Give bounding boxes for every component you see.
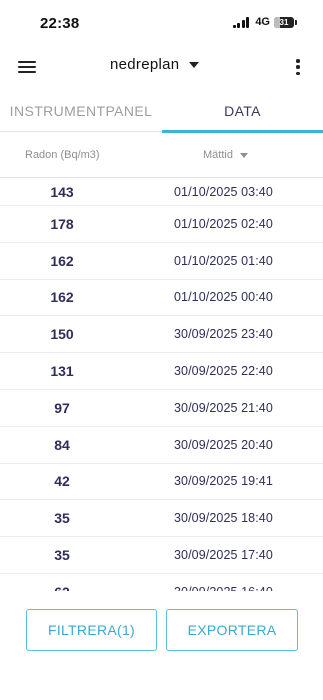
battery-icon: 31 [274, 16, 297, 28]
filter-button[interactable]: FILTRERA(1) [26, 609, 157, 651]
device-selector[interactable]: nedreplan [110, 56, 200, 73]
measurement-time: 01/10/2025 00:40 [174, 290, 273, 305]
measurement-time: 30/09/2025 17:40 [174, 548, 273, 563]
table-row: 143 01/10/2025 03:40 [0, 178, 323, 206]
radon-value: 150 [50, 326, 74, 343]
more-vertical-icon[interactable] [295, 59, 301, 75]
table-row: 42 30/09/2025 19:41 [0, 464, 323, 501]
status-bar: 22:38 4G 31 [0, 0, 323, 48]
device-name: nedreplan [110, 56, 180, 73]
network-type: 4G [255, 16, 270, 28]
table-row: 35 30/09/2025 18:40 [0, 500, 323, 538]
signal-strength-icon [232, 16, 250, 28]
measurement-time: 30/09/2025 18:40 [174, 511, 273, 526]
app-bar: nedreplan [0, 48, 323, 88]
column-header-time-label: Mättid [203, 149, 233, 161]
radon-value: 62 [0, 584, 124, 591]
table-row: 35 30/09/2025 17:40 [0, 537, 323, 574]
radon-value: 35 [54, 510, 70, 527]
table-row: 150 30/09/2025 23:40 [0, 316, 323, 354]
radon-value: 131 [50, 363, 74, 380]
radon-value: 162 [50, 289, 74, 306]
table-row: 97 30/09/2025 21:40 [0, 390, 323, 427]
measurement-time: 30/09/2025 21:40 [174, 400, 273, 415]
tab-label: DATA [224, 103, 261, 119]
measurement-time: 01/10/2025 03:40 [174, 184, 273, 199]
export-button[interactable]: EXPORTERA [166, 609, 298, 651]
table-row: 162 01/10/2025 01:40 [0, 243, 323, 280]
data-list[interactable]: 143 01/10/2025 03:40 178 01/10/2025 02:40 16… [0, 178, 323, 591]
hamburger-menu-icon[interactable] [18, 59, 36, 75]
table-row: 131 30/09/2025 22:40 [0, 353, 323, 390]
radon-value: 97 [54, 399, 70, 416]
table-row: 178 01/10/2025 02:40 [0, 206, 323, 243]
radon-value: 143 [50, 183, 74, 200]
column-header-radon: Radon (Bq/m3) [25, 149, 100, 161]
radon-value: 35 [54, 547, 70, 564]
radon-value: 42 [54, 473, 70, 490]
radon-value: 84 [54, 436, 70, 453]
battery-percent: 31 [279, 17, 289, 27]
tab-instrumentpanel[interactable]: INSTRUMENTPANEL [0, 90, 162, 132]
measurement-time: 01/10/2025 02:40 [174, 216, 273, 231]
tab-data[interactable]: DATA [162, 90, 323, 133]
radon-value: 178 [50, 215, 74, 232]
table-row: 162 01/10/2025 00:40 [0, 280, 323, 317]
measurement-time: 01/10/2025 01:40 [174, 253, 273, 268]
bottom-action-bar: FILTRERA(1) EXPORTERA [0, 591, 323, 700]
status-time: 22:38 [40, 15, 80, 32]
measurement-time: 30/09/2025 19:41 [174, 474, 273, 489]
radon-value: 162 [50, 252, 74, 269]
column-header-time[interactable]: Mättid [203, 149, 248, 161]
measurement-time: 30/09/2025 20:40 [174, 437, 273, 452]
table-row: 84 30/09/2025 20:40 [0, 427, 323, 464]
table-header: Radon (Bq/m3) Mättid [0, 132, 323, 178]
measurement-time: 30/09/2025 23:40 [174, 327, 273, 342]
measurement-time: 30/09/2025 22:40 [174, 364, 273, 379]
sort-caret-down-icon [239, 152, 248, 158]
status-indicators: 4G 31 [232, 16, 297, 28]
table-row: 6230/09/2025 16:40 [0, 574, 323, 591]
caret-down-icon [189, 61, 200, 68]
tab-label: INSTRUMENTPANEL [9, 103, 153, 119]
tab-bar: INSTRUMENTPANEL DATA [0, 90, 323, 133]
